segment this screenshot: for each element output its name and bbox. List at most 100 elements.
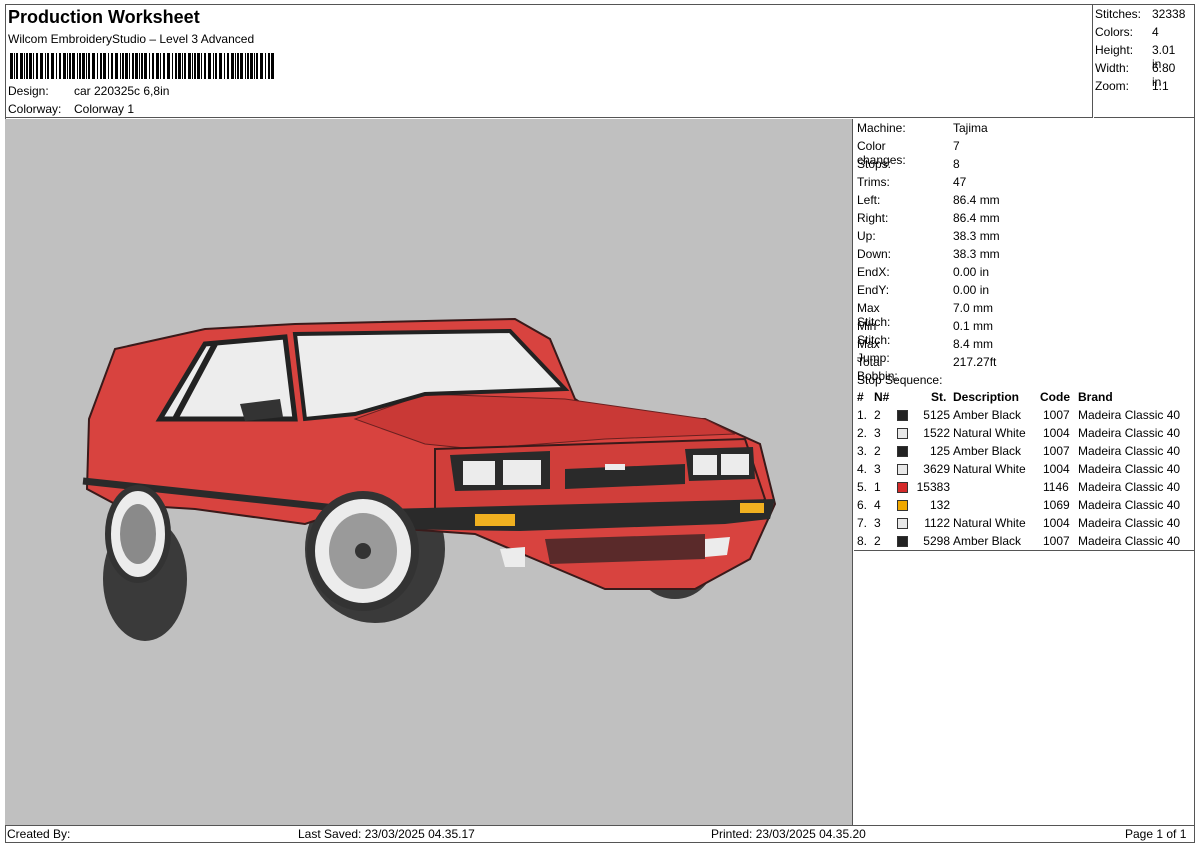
stitches-label: Stitches:	[1095, 7, 1142, 21]
info-label: Stops:	[857, 157, 892, 171]
thread-code: 1007	[1043, 444, 1070, 458]
stop-num: 6.	[857, 498, 868, 512]
thread-brand: Madeira Classic 40	[1078, 462, 1181, 476]
needle-number: 2	[874, 534, 881, 548]
info-value: 38.3 mm	[953, 247, 1000, 261]
stitch-count: 1522	[923, 426, 950, 440]
worksheet-header: Production Worksheet Wilcom EmbroiderySt…	[5, 4, 1093, 118]
colorway-value: Colorway 1	[74, 102, 135, 116]
info-value: 8.4 mm	[953, 337, 994, 351]
design-row: Design: car 220325c 6,8in	[8, 84, 169, 98]
stitches-value: 32338	[1152, 7, 1186, 21]
stitch-count: 125	[929, 444, 950, 458]
thread-color-swatch	[897, 464, 908, 475]
stop-num: 2.	[857, 426, 868, 440]
info-value: 217.27ft	[953, 355, 997, 369]
info-value: 0.00 in	[953, 265, 990, 279]
created-by: Created By:	[7, 827, 71, 841]
info-value: 47	[953, 175, 967, 189]
info-label: Trims:	[857, 175, 890, 189]
machine-info-panel: Stop Sequence: # N# St. Description Code…	[854, 119, 1195, 551]
info-value: 0.00 in	[953, 283, 990, 297]
needle-number: 1	[874, 480, 881, 494]
colorway-label: Colorway:	[8, 102, 62, 116]
last-saved: Last Saved: 23/03/2025 04.35.17	[298, 827, 475, 841]
stop-sequence-row: 1. 2 5125 Amber Black 1007 Madeira Classic 40	[857, 408, 1192, 426]
thread-color-swatch	[897, 500, 908, 511]
thread-description: Amber Black	[953, 444, 1022, 458]
needle-number: 3	[874, 516, 881, 530]
colors-value: 4	[1152, 25, 1159, 39]
needle-number: 2	[874, 408, 881, 422]
stop-num: 4.	[857, 462, 868, 476]
stitch-count: 3629	[923, 462, 950, 476]
stop-num: 3.	[857, 444, 868, 458]
thread-description: Amber Black	[953, 534, 1022, 548]
thread-color-swatch	[897, 428, 908, 439]
info-value: 8	[953, 157, 960, 171]
stop-sequence-row: 3. 2 125 Amber Black 1007 Madeira Classic 40	[857, 444, 1192, 462]
thread-brand: Madeira Classic 40	[1078, 444, 1181, 458]
design-summary: Stitches: 32338 Colors: 4 Height: 3.01 in W…	[1094, 4, 1195, 118]
software-name: Wilcom EmbroideryStudio – Level 3 Advanc…	[8, 32, 255, 46]
info-value: 0.1 mm	[953, 319, 994, 333]
info-label: EndX:	[857, 265, 890, 279]
col-code: Code	[1040, 390, 1070, 404]
thread-code: 1069	[1043, 498, 1070, 512]
stitch-count: 132	[929, 498, 950, 512]
thread-code: 1007	[1043, 534, 1070, 548]
stop-num: 1.	[857, 408, 868, 422]
stop-sequence-row: 8. 2 5298 Amber Black 1007 Madeira Classic 40	[857, 534, 1192, 552]
stop-sequence-row: 2. 3 1522 Natural White 1004 Madeira Classic …	[857, 426, 1192, 444]
thread-brand: Madeira Classic 40	[1078, 426, 1181, 440]
thread-code: 1004	[1043, 516, 1070, 530]
thread-brand: Madeira Classic 40	[1078, 498, 1181, 512]
info-label: Down:	[857, 247, 892, 261]
needle-number: 3	[874, 462, 881, 476]
thread-brand: Madeira Classic 40	[1078, 480, 1181, 494]
stop-sequence-row: 7. 3 1122 Natural White 1004 Madeira Classic …	[857, 516, 1192, 534]
thread-description: Natural White	[953, 462, 1026, 476]
thread-color-swatch	[897, 446, 908, 457]
thread-description: Natural White	[953, 426, 1026, 440]
design-preview	[5, 119, 853, 825]
thread-code: 1146	[1043, 480, 1069, 494]
col-num: #	[857, 390, 864, 404]
production-worksheet: Production Worksheet Wilcom EmbroiderySt…	[0, 0, 1200, 848]
page-number: Page 1 of 1	[1125, 827, 1187, 841]
info-label: EndY:	[857, 283, 890, 297]
info-value: 86.4 mm	[953, 193, 1000, 207]
design-label: Design:	[8, 84, 49, 98]
stitch-count: 1122	[924, 516, 950, 530]
thread-color-swatch	[897, 536, 908, 547]
info-label: Right:	[857, 211, 889, 225]
thread-color-swatch	[897, 482, 908, 493]
info-label: Left:	[857, 193, 881, 207]
info-value: 38.3 mm	[953, 229, 1000, 243]
thread-description: Natural White	[953, 516, 1026, 530]
thread-brand: Madeira Classic 40	[1078, 534, 1181, 548]
stitch-count: 15383	[916, 480, 950, 494]
width-label: Width:	[1095, 61, 1130, 75]
thread-color-swatch	[897, 518, 908, 529]
info-value: 86.4 mm	[953, 211, 1000, 225]
worksheet-footer: Created By: Last Saved: 23/03/2025 04.35…	[5, 825, 1195, 843]
stitch-count: 5125	[923, 408, 950, 422]
stop-sequence-row: 6. 4 132 1069 Madeira Classic 40	[857, 498, 1192, 516]
thread-description: Amber Black	[953, 408, 1022, 422]
info-value: 7	[953, 139, 960, 153]
page-title: Production Worksheet	[8, 7, 200, 27]
printed-date: Printed: 23/03/2025 04.35.20	[711, 827, 866, 841]
thread-code: 1004	[1043, 462, 1070, 476]
thread-code: 1007	[1043, 408, 1070, 422]
needle-number: 3	[874, 426, 881, 440]
stitch-count: 5298	[923, 534, 950, 548]
stop-num: 7.	[857, 516, 868, 530]
colors-label: Colors:	[1095, 25, 1134, 39]
height-label: Height:	[1095, 43, 1134, 57]
colorway-row: Colorway: Colorway 1	[8, 102, 134, 116]
col-brand: Brand	[1078, 390, 1113, 404]
thread-code: 1004	[1043, 426, 1070, 440]
thread-brand: Madeira Classic 40	[1078, 516, 1181, 530]
info-value: Tajima	[953, 121, 988, 135]
